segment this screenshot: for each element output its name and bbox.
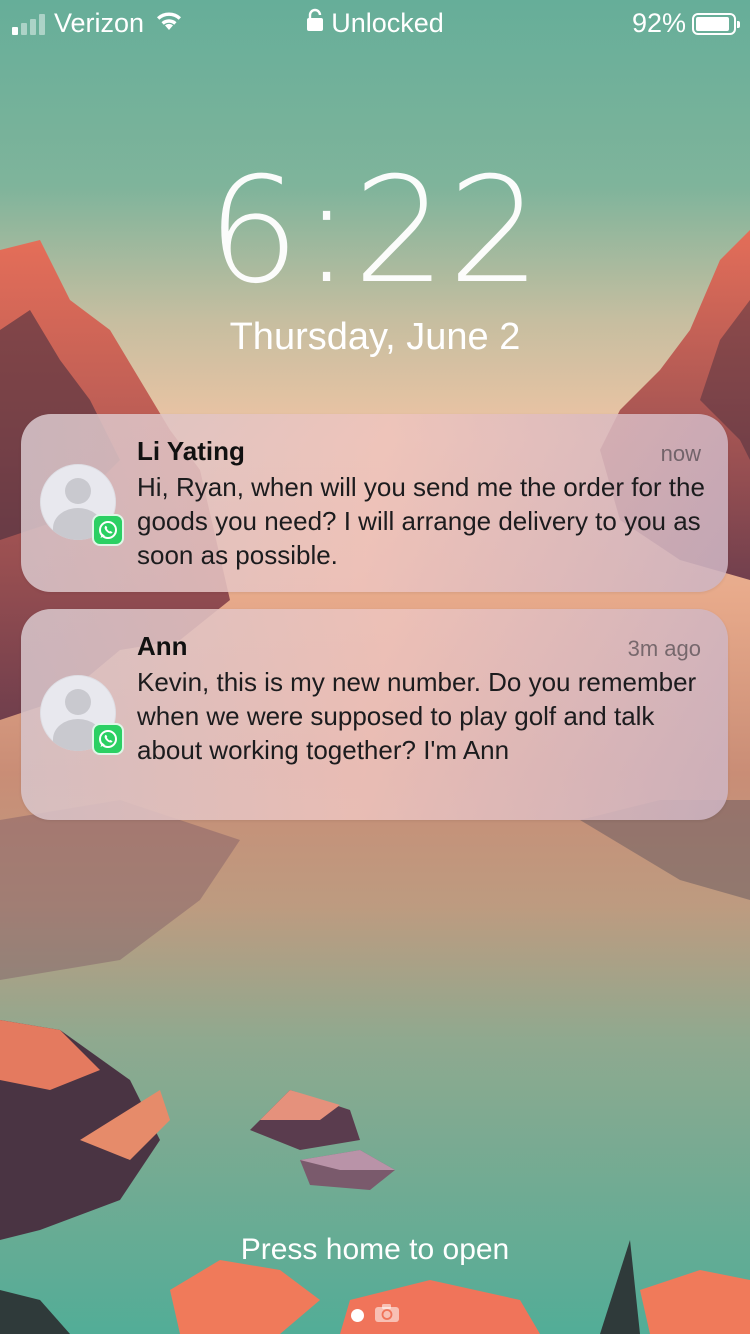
lock-icon (306, 8, 324, 39)
page-indicator (0, 1303, 750, 1328)
camera-icon[interactable] (374, 1303, 400, 1328)
battery-icon (692, 12, 740, 35)
notification-message: Kevin, this is my new number. Do you rem… (137, 667, 697, 765)
notification-card[interactable]: Ann 3m ago Kevin, this is my new number.… (21, 609, 728, 820)
lock-status-label: Unlocked (331, 8, 444, 38)
battery-fill (696, 16, 730, 31)
notification-message: Hi, Ryan, when will you send me the orde… (137, 472, 705, 570)
whatsapp-icon (92, 514, 124, 546)
notification-time: 3m ago (627, 636, 701, 661)
notification-card[interactable]: Li Yating now Hi, Ryan, when will you se… (21, 414, 728, 592)
lock-screen-date: Thursday, June 2 (229, 316, 521, 358)
notification-sender: Li Yating (137, 436, 245, 466)
clock-time: 6:22 (207, 146, 543, 316)
press-home-hint: Press home to open (240, 1233, 510, 1266)
notification-time: now (660, 441, 701, 466)
notification-sender: Ann (137, 631, 188, 661)
lock-screen-clock: 6:22 (0, 158, 750, 304)
status-bar: Verizon Unlocked 92% (0, 0, 750, 50)
status-bar-right: 92% (631, 8, 740, 39)
page-dot[interactable] (350, 1309, 364, 1322)
whatsapp-icon (92, 723, 124, 755)
battery-percentage: 92% (631, 8, 686, 38)
